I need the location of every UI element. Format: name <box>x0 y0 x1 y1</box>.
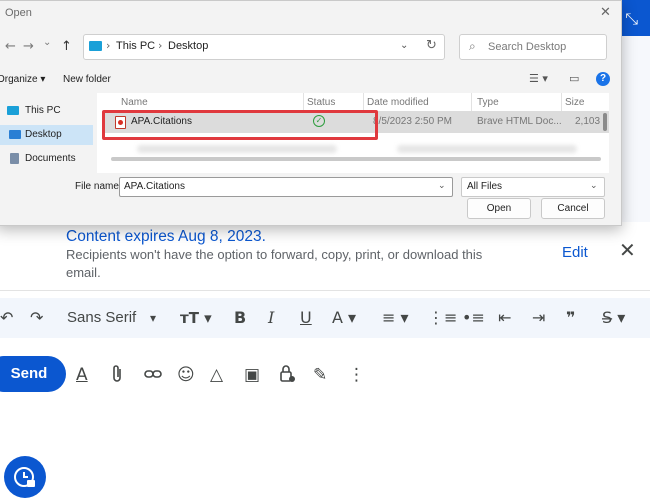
navigation-pane: This PC Desktop Documents <box>0 93 93 173</box>
breadcrumb-this-pc[interactable]: This PC <box>116 40 155 52</box>
up-folder-arrow-icon[interactable]: ↑ <box>61 39 72 54</box>
dialog-command-bar: Organize ▾ New folder ☰ ▾ ▭ ? <box>0 65 621 93</box>
confidential-clock-icon <box>4 456 46 498</box>
file-name-dropdown-icon[interactable]: ⌄ <box>438 181 446 191</box>
indent-more-icon[interactable]: ⇥ <box>532 306 545 330</box>
italic-icon[interactable]: I <box>268 306 274 330</box>
cancel-button[interactable]: Cancel <box>541 198 605 219</box>
exit-fullscreen-icon[interactable]: ⤡ <box>625 9 638 29</box>
blurred-row <box>137 145 337 153</box>
column-header-name[interactable]: Name <box>121 97 148 108</box>
column-divider <box>561 93 562 111</box>
column-header-type[interactable]: Type <box>477 97 499 108</box>
file-date-modified: 8/5/2023 2:50 PM <box>373 116 452 127</box>
file-type-filter-value: All Files <box>467 181 503 192</box>
column-divider <box>303 93 304 111</box>
address-dropdown-icon[interactable]: ⌄ <box>400 40 408 51</box>
divider <box>0 290 650 291</box>
dialog-title: Open <box>5 7 32 19</box>
notice-title: Content expires Aug 8, 2023. <box>66 228 266 245</box>
new-folder-button[interactable]: New folder <box>63 74 111 85</box>
notice-body: Recipients won't have the option to forw… <box>66 247 483 280</box>
font-family-select[interactable]: Sans Serif <box>67 306 136 330</box>
bold-icon[interactable]: B <box>234 306 246 330</box>
organize-menu[interactable]: Organize ▾ <box>0 74 45 85</box>
refresh-icon[interactable]: ↻ <box>426 38 437 53</box>
content-expiry-notice: Content expires Aug 8, 2023. Recipients … <box>0 222 650 498</box>
nav-item-label: Documents <box>25 153 76 164</box>
desktop-folder-icon <box>9 130 21 139</box>
search-icon: ⌕ <box>469 39 476 53</box>
back-arrow-icon[interactable]: ← <box>5 39 16 54</box>
file-type-filter-select[interactable]: All Files ⌄ <box>461 177 605 197</box>
quote-icon[interactable]: ❞ <box>566 306 575 330</box>
nav-item-label: Desktop <box>25 129 62 140</box>
documents-folder-icon <box>10 153 19 164</box>
insert-photo-icon[interactable]: ▣ <box>244 364 260 386</box>
view-options-icon[interactable]: ☰ ▾ <box>529 72 548 85</box>
attach-file-icon[interactable] <box>110 364 124 386</box>
align-icon[interactable]: ≡ ▾ <box>382 306 409 330</box>
drive-icon[interactable]: △ <box>210 364 223 386</box>
formatting-options-icon[interactable]: A <box>76 364 88 386</box>
dialog-close-icon[interactable]: ✕ <box>600 5 611 20</box>
breadcrumb-separator-icon: › <box>106 39 111 52</box>
undo-icon[interactable]: ↶ <box>0 306 13 330</box>
file-type: Brave HTML Doc... <box>477 116 562 127</box>
compose-action-bar: Send A ☺ △ ▣ ✎ ⋮ <box>0 346 650 400</box>
file-name-label: File name: <box>75 181 122 192</box>
font-chevron-icon[interactable]: ▾ <box>150 306 156 330</box>
emoji-icon[interactable]: ☺ <box>177 364 195 386</box>
notice-close-icon[interactable]: ✕ <box>619 238 636 262</box>
search-input[interactable]: ⌕ Search Desktop <box>459 34 607 60</box>
notice-edit-link[interactable]: Edit <box>562 244 588 261</box>
insert-link-icon[interactable] <box>144 364 162 386</box>
underline-icon[interactable]: U <box>300 306 312 330</box>
blurred-row <box>397 145 577 153</box>
column-divider <box>363 93 364 111</box>
breadcrumb-separator-icon: › <box>158 39 163 52</box>
send-button[interactable]: Send <box>0 356 66 392</box>
this-pc-icon <box>89 41 102 51</box>
redo-icon[interactable]: ↷ <box>30 306 43 330</box>
selection-highlight-annotation <box>102 110 378 140</box>
nav-item-documents[interactable]: Documents <box>0 149 93 169</box>
horizontal-scrollbar[interactable] <box>111 157 601 161</box>
preview-pane-icon[interactable]: ▭ <box>569 72 579 85</box>
column-header-size[interactable]: Size <box>565 97 584 108</box>
vertical-scrollbar[interactable] <box>603 113 607 131</box>
search-placeholder: Search Desktop <box>488 41 567 53</box>
file-name-input[interactable]: APA.Citations ⌄ <box>119 177 453 197</box>
column-divider <box>471 93 472 111</box>
formatting-toolbar: ↶ ↷ Sans Serif ▾ тT ▾ B I U A ▾ ≡ ▾ ⋮≡ •… <box>0 298 650 338</box>
gmail-side-strip <box>620 36 650 226</box>
nav-item-desktop[interactable]: Desktop <box>0 125 93 145</box>
file-size: 2,103 <box>575 116 601 127</box>
breadcrumb-desktop[interactable]: Desktop <box>168 40 208 52</box>
text-color-icon[interactable]: A ▾ <box>332 306 356 330</box>
forward-arrow-icon[interactable]: → <box>23 39 34 54</box>
bulleted-list-icon[interactable]: •≡ <box>462 306 485 330</box>
recent-locations-chevron-icon[interactable]: ⌄ <box>43 37 51 48</box>
confidential-mode-icon[interactable] <box>278 364 296 386</box>
this-pc-icon <box>7 106 19 115</box>
font-size-icon[interactable]: тT ▾ <box>180 306 212 330</box>
nav-item-label: This PC <box>25 105 61 116</box>
open-button[interactable]: Open <box>467 198 531 219</box>
strikethrough-icon[interactable]: S̶ ▾ <box>602 306 625 330</box>
address-bar[interactable]: › This PC › Desktop ⌄ ↻ <box>83 34 445 60</box>
numbered-list-icon[interactable]: ⋮≡ <box>428 306 457 330</box>
column-header-date-modified[interactable]: Date modified <box>367 97 429 108</box>
filter-dropdown-icon: ⌄ <box>590 181 598 191</box>
file-name-value: APA.Citations <box>124 181 185 192</box>
signature-icon[interactable]: ✎ <box>313 364 327 386</box>
column-header-status[interactable]: Status <box>307 97 335 108</box>
more-options-icon[interactable]: ⋮ <box>348 364 365 386</box>
indent-less-icon[interactable]: ⇤ <box>498 306 511 330</box>
help-icon[interactable]: ? <box>596 72 610 86</box>
nav-item-this-pc[interactable]: This PC <box>0 101 93 121</box>
